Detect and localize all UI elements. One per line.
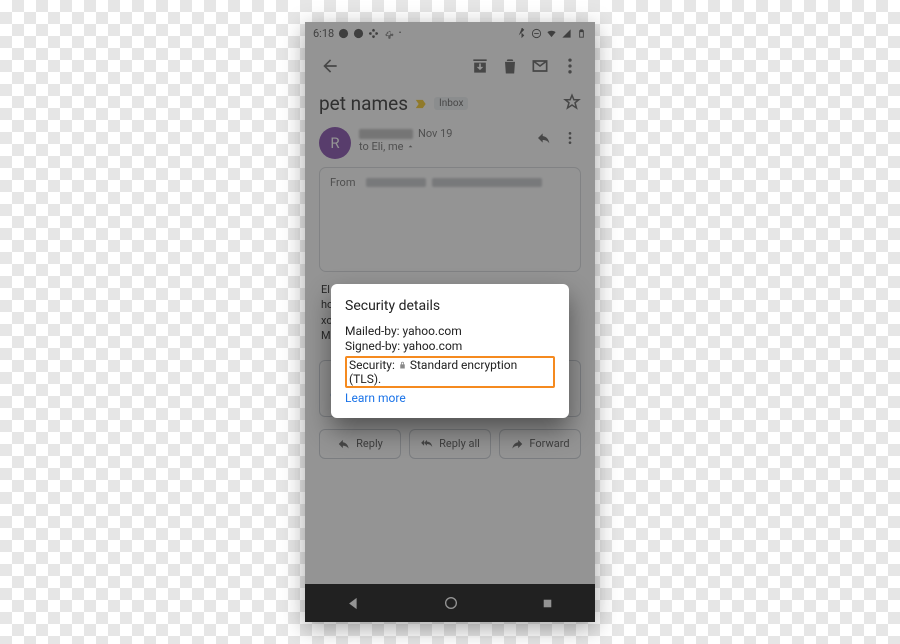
security-line-highlight: Security: Standard encryption (TLS). xyxy=(345,356,555,388)
security-label: Security: xyxy=(349,358,395,372)
checkerboard-background: 6:18 · xyxy=(0,0,900,644)
learn-more-link[interactable]: Learn more xyxy=(345,391,555,405)
dialog-title: Security details xyxy=(345,298,555,314)
mailed-by-line: Mailed-by: yahoo.com xyxy=(345,324,555,338)
phone-frame: 6:18 · xyxy=(305,22,595,622)
security-details-dialog: Security details Mailed-by: yahoo.com Si… xyxy=(331,284,569,418)
lock-icon xyxy=(398,358,407,372)
signed-by-line: Signed-by: yahoo.com xyxy=(345,339,555,353)
